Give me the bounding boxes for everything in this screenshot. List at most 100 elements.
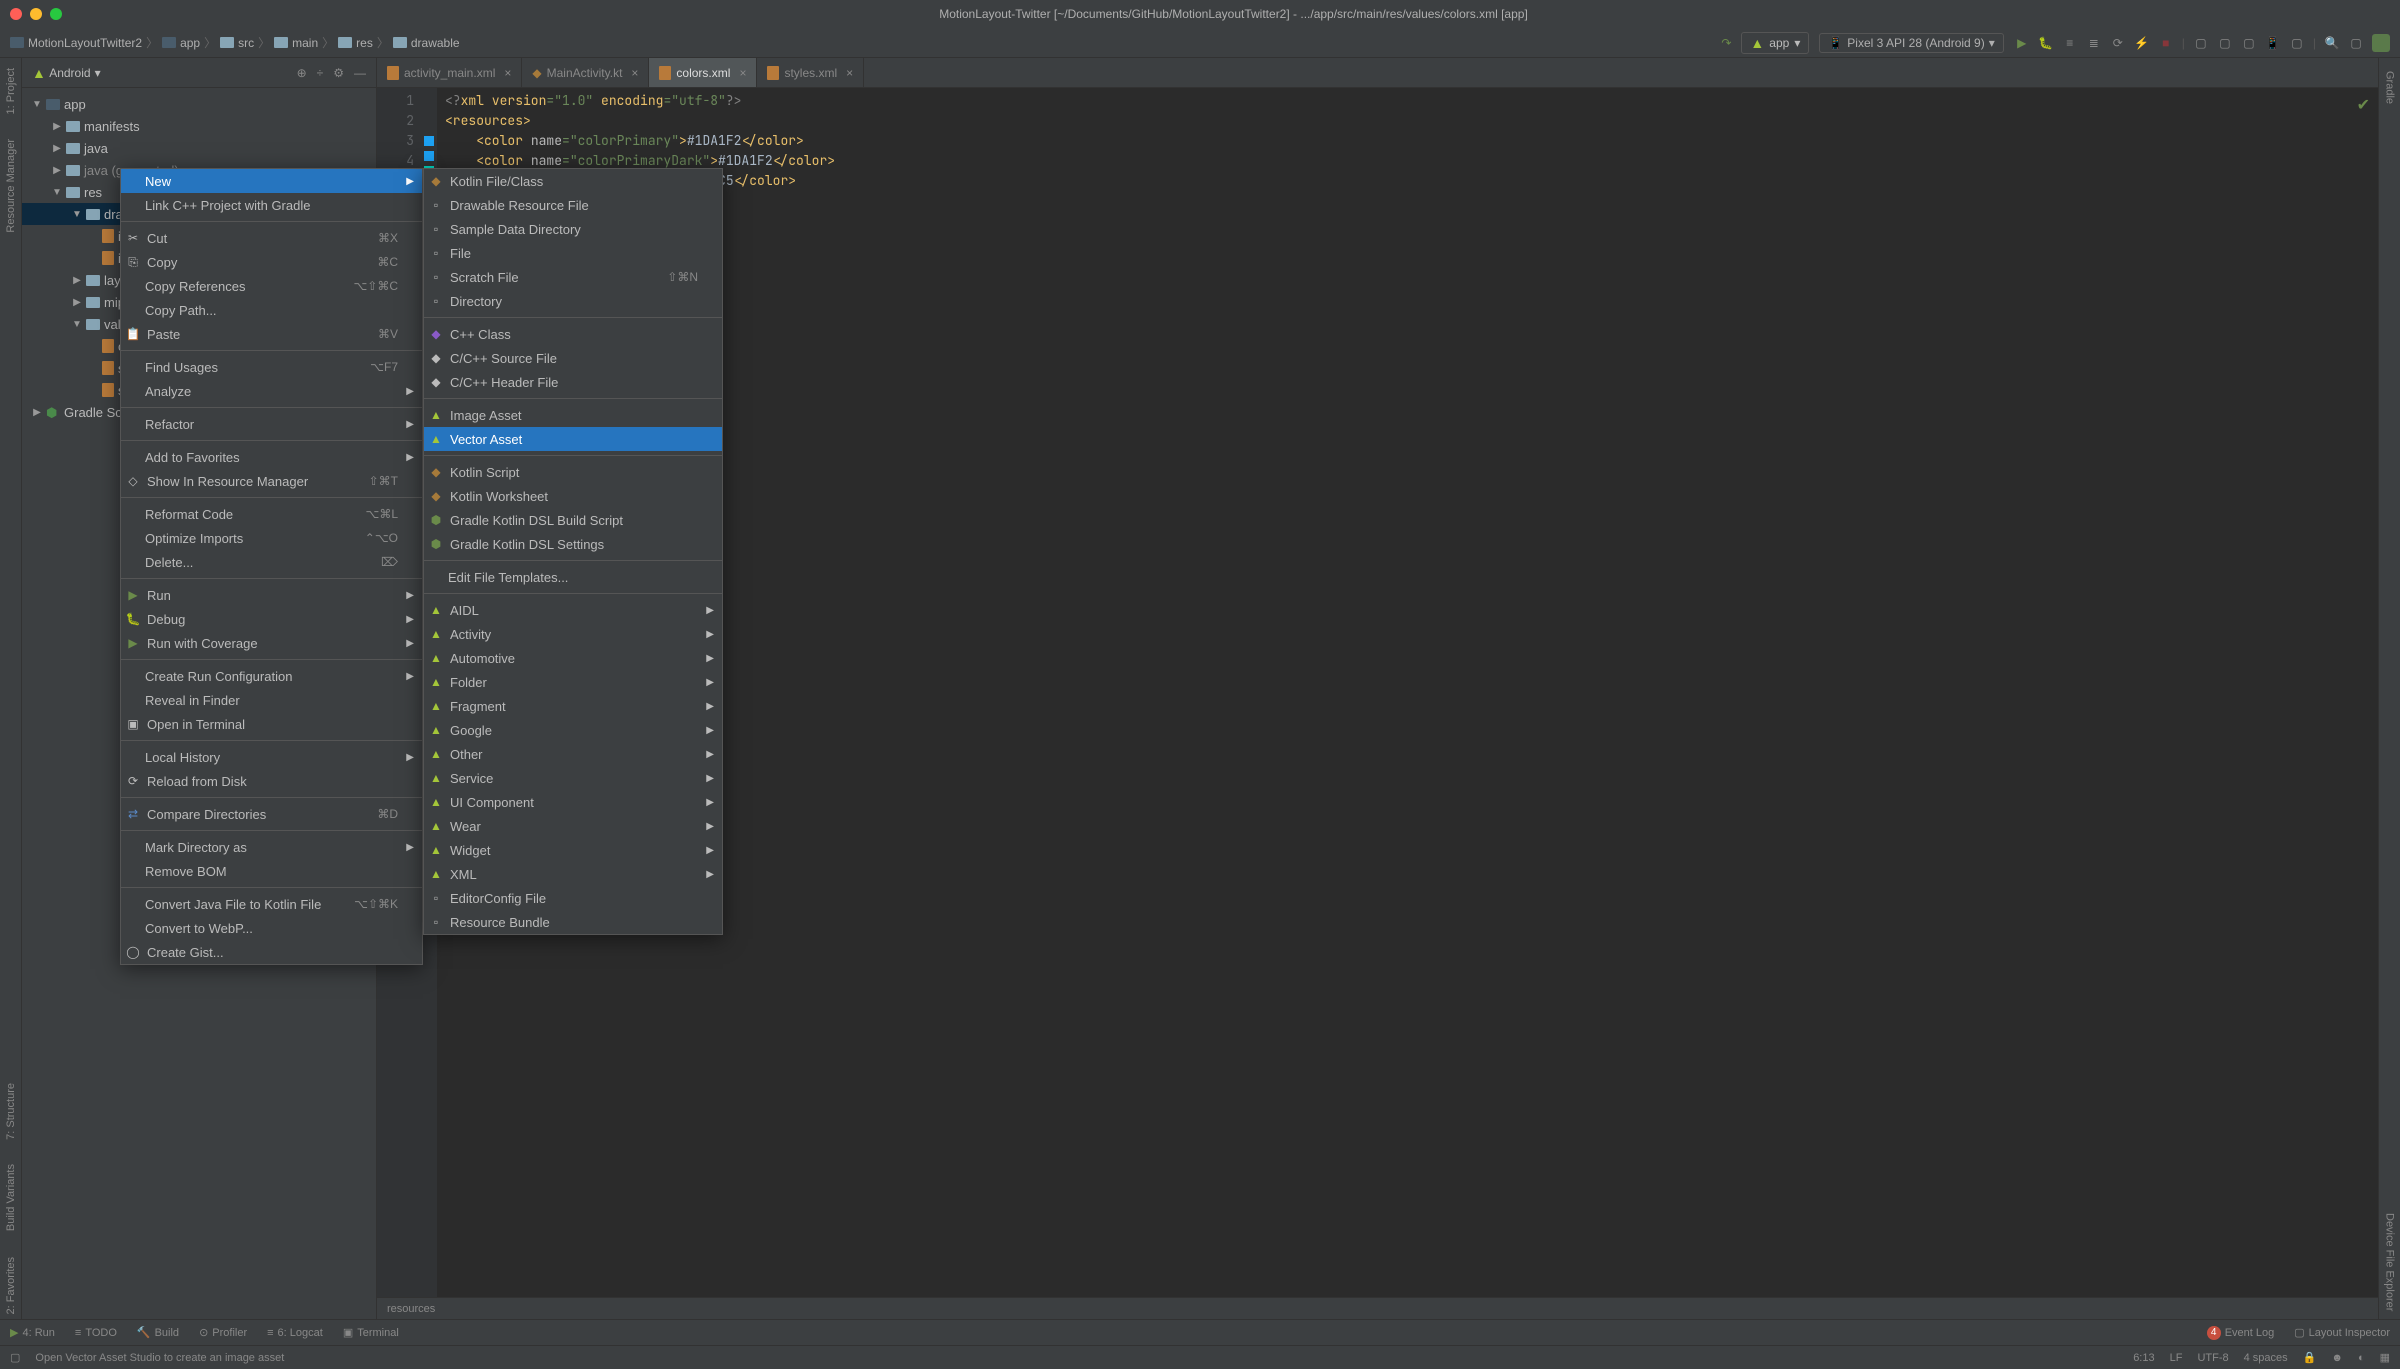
menu-item-cpp-source[interactable]: ◆C/C++ Source File [424,346,722,370]
bottom-tab-logcat[interactable]: ≡6: Logcat [267,1327,323,1339]
profile-icon[interactable]: ≣ [2086,35,2102,51]
close-icon[interactable]: × [504,66,511,80]
menu-item-cpp-header[interactable]: ◆C/C++ Header File [424,370,722,394]
toolbar-icon[interactable]: ▢ [2289,35,2305,51]
menu-item-fragment[interactable]: ▲Fragment▶ [424,694,722,718]
bottom-tab-terminal[interactable]: ▣Terminal [343,1326,399,1339]
menu-item-analyze[interactable]: Analyze▶ [121,379,422,403]
attach-debug-icon[interactable]: ⟳ [2110,35,2126,51]
run-config-selector[interactable]: ▲app▾ [1741,32,1809,54]
collapse-icon[interactable]: ⊕ [297,66,307,80]
menu-item-image-asset[interactable]: ▲Image Asset [424,403,722,427]
status-icon[interactable]: ▢ [10,1351,20,1364]
breadcrumb-item[interactable]: drawable [393,36,460,50]
menu-item-cut[interactable]: ✂Cut⌘X [121,226,422,250]
menu-item-delete[interactable]: Delete...⌦ [121,550,422,574]
menu-item-convert-kotlin[interactable]: Convert Java File to Kotlin File⌥⇧⌘K [121,892,422,916]
menu-item-convert-webp[interactable]: Convert to WebP... [121,916,422,940]
menu-item-refactor[interactable]: Refactor▶ [121,412,422,436]
sync-icon[interactable]: ↷ [1721,36,1731,50]
menu-item-reload[interactable]: ⟳Reload from Disk [121,769,422,793]
menu-item-reveal-finder[interactable]: Reveal in Finder [121,688,422,712]
panel-header[interactable]: ▲ Android▾ ⊕ ÷ ⚙ — [22,58,376,88]
color-swatch[interactable] [424,136,434,146]
menu-item-gradle-build[interactable]: ⬢Gradle Kotlin DSL Build Script [424,508,722,532]
menu-item-editorconfig[interactable]: ▫EditorConfig File [424,886,722,910]
menu-item-widget[interactable]: ▲Widget▶ [424,838,722,862]
breadcrumb-item[interactable]: MotionLayoutTwitter2 [10,36,142,50]
line-separator[interactable]: LF [2170,1352,2183,1364]
menu-item-run[interactable]: ▶Run▶ [121,583,422,607]
menu-item-folder[interactable]: ▲Folder▶ [424,670,722,694]
apply-changes-icon[interactable]: ⚡ [2134,35,2150,51]
tree-item[interactable]: ▶manifests [22,115,376,137]
color-swatch[interactable] [424,151,434,161]
stop-icon[interactable]: ■ [2158,35,2174,51]
sidebar-tab-resource-manager[interactable]: Resource Manager [5,134,17,238]
menu-item-local-history[interactable]: Local History▶ [121,745,422,769]
menu-item-run-coverage[interactable]: ▶Run with Coverage▶ [121,631,422,655]
bottom-tab-run[interactable]: ▶4: Run [10,1326,55,1339]
sidebar-tab-build-variants[interactable]: Build Variants [5,1159,17,1236]
menu-item-copy[interactable]: ⎘Copy⌘C [121,250,422,274]
bottom-tab-profiler[interactable]: ⊙Profiler [199,1326,247,1339]
editor-view-switch-icon[interactable]: ✔ [2357,95,2370,115]
menu-item-show-resource-manager[interactable]: ◇Show In Resource Manager⇧⌘T [121,469,422,493]
close-icon[interactable]: × [631,66,638,80]
toolbar-icon[interactable]: ▢ [2348,35,2364,51]
tab-styles[interactable]: styles.xml× [757,58,864,87]
minimize-window-button[interactable] [30,8,42,20]
status-icon[interactable]: ◐ [2358,1352,2365,1364]
menu-item-xml[interactable]: ▲XML▶ [424,862,722,886]
menu-item-copy-refs[interactable]: Copy References⌥⇧⌘C [121,274,422,298]
sidebar-tab-project[interactable]: 1: Project [5,63,17,119]
menu-item-link-cpp[interactable]: Link C++ Project with Gradle [121,193,422,217]
breadcrumb-item[interactable]: app [162,36,200,50]
menu-item-gradle-settings[interactable]: ⬢Gradle Kotlin DSL Settings [424,532,722,556]
maximize-window-button[interactable] [50,8,62,20]
menu-item-resource-bundle[interactable]: ▫Resource Bundle [424,910,722,934]
menu-item-wear[interactable]: ▲Wear▶ [424,814,722,838]
menu-item-kotlin-script[interactable]: ◆Kotlin Script [424,460,722,484]
breadcrumb-item[interactable]: src [220,36,254,50]
menu-item-copy-path[interactable]: Copy Path... [121,298,422,322]
sdk-icon[interactable]: ▢ [2217,35,2233,51]
menu-item-service[interactable]: ▲Service▶ [424,766,722,790]
bottom-tab-layout-inspector[interactable]: ▢Layout Inspector [2294,1326,2390,1339]
menu-item-sample-data[interactable]: ▫Sample Data Directory [424,217,722,241]
menu-item-find-usages[interactable]: Find Usages⌥F7 [121,355,422,379]
hide-icon[interactable]: — [354,66,366,80]
file-encoding[interactable]: UTF-8 [2197,1352,2228,1364]
select-opened-icon[interactable]: ÷ [317,66,324,80]
menu-item-google[interactable]: ▲Google▶ [424,718,722,742]
toolbar-icon[interactable]: 📱 [2265,35,2281,51]
avd-icon[interactable]: ▢ [2193,35,2209,51]
menu-item-new[interactable]: New▶ [121,169,422,193]
menu-item-remove-bom[interactable]: Remove BOM [121,859,422,883]
menu-item-other[interactable]: ▲Other▶ [424,742,722,766]
menu-item-cpp-class[interactable]: ◆C++ Class [424,322,722,346]
indent-setting[interactable]: 4 spaces [2244,1352,2288,1364]
debug-icon[interactable]: 🐛 [2038,35,2054,51]
bottom-tab-todo[interactable]: ≡TODO [75,1327,117,1339]
sidebar-tab-device-explorer[interactable]: Device File Explorer [2384,1205,2396,1319]
coverage-icon[interactable]: ≡ [2062,35,2078,51]
sidebar-tab-structure[interactable]: 7: Structure [5,1078,17,1145]
tree-item[interactable]: ▶java [22,137,376,159]
breadcrumb-item[interactable]: main [274,36,318,50]
tab-activity-main[interactable]: activity_main.xml× [377,58,522,87]
face-icon[interactable]: ☻ [2331,1352,2343,1364]
menu-item-compare[interactable]: ⇄Compare Directories⌘D [121,802,422,826]
menu-item-edit-templates[interactable]: Edit File Templates... [424,565,722,589]
menu-item-aidl[interactable]: ▲AIDL▶ [424,598,722,622]
menu-item-mark-directory[interactable]: Mark Directory as▶ [121,835,422,859]
menu-item-file[interactable]: ▫File [424,241,722,265]
cursor-position[interactable]: 6:13 [2133,1352,2154,1364]
close-icon[interactable]: × [846,66,853,80]
sidebar-tab-favorites[interactable]: 2: Favorites [5,1252,17,1319]
menu-item-activity[interactable]: ▲Activity▶ [424,622,722,646]
status-icon[interactable]: ▦ [2380,1351,2390,1364]
bottom-tab-event-log[interactable]: 4Event Log [2207,1326,2275,1340]
menu-item-scratch-file[interactable]: ▫Scratch File⇧⌘N [424,265,722,289]
menu-item-kotlin-file[interactable]: ◆Kotlin File/Class [424,169,722,193]
